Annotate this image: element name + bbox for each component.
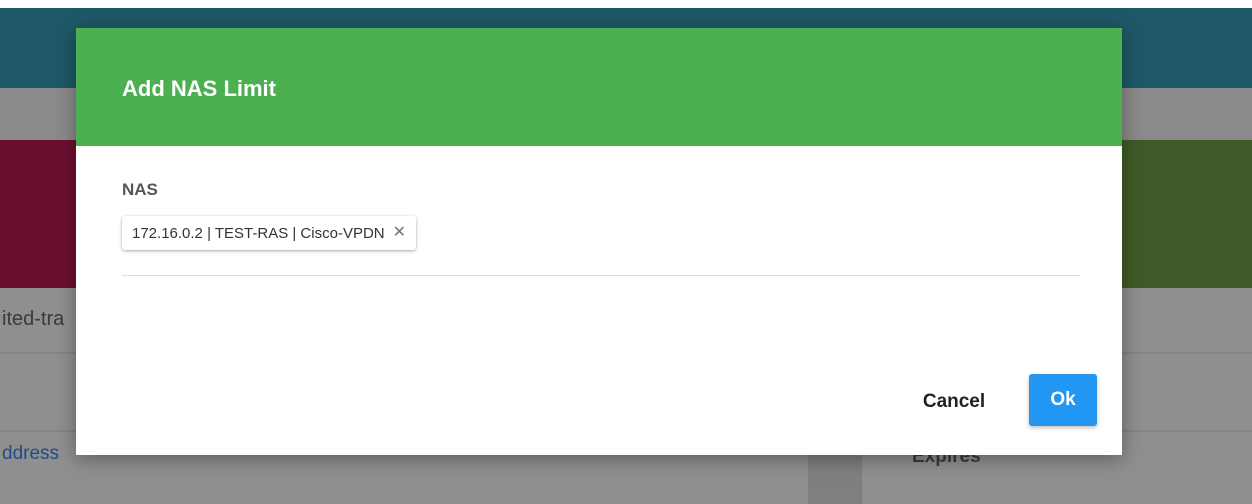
dialog-header: Add NAS Limit xyxy=(76,28,1122,146)
background-red-card xyxy=(0,140,80,288)
nas-chip-label: 172.16.0.2 | TEST-RAS | Cisco-VPDN xyxy=(132,224,385,242)
add-nas-limit-dialog: Add NAS Limit NAS 172.16.0.2 | TEST-RAS … xyxy=(76,28,1122,455)
nas-field-label: NAS xyxy=(122,180,158,199)
cancel-button[interactable]: Cancel xyxy=(906,376,1002,428)
dialog-title: Add NAS Limit xyxy=(122,76,276,101)
background-left-text: ited-tra xyxy=(2,308,65,330)
background-green-card xyxy=(1118,140,1252,288)
ok-button[interactable]: Ok xyxy=(1029,374,1097,426)
background-address-link: ddress xyxy=(2,443,60,464)
nas-selected-chip: 172.16.0.2 | TEST-RAS | Cisco-VPDN ✕ xyxy=(122,216,417,250)
background-top-edge xyxy=(0,0,1252,8)
close-icon[interactable]: ✕ xyxy=(393,225,406,241)
nas-select-input[interactable]: 172.16.0.2 | TEST-RAS | Cisco-VPDN ✕ xyxy=(122,212,1080,276)
